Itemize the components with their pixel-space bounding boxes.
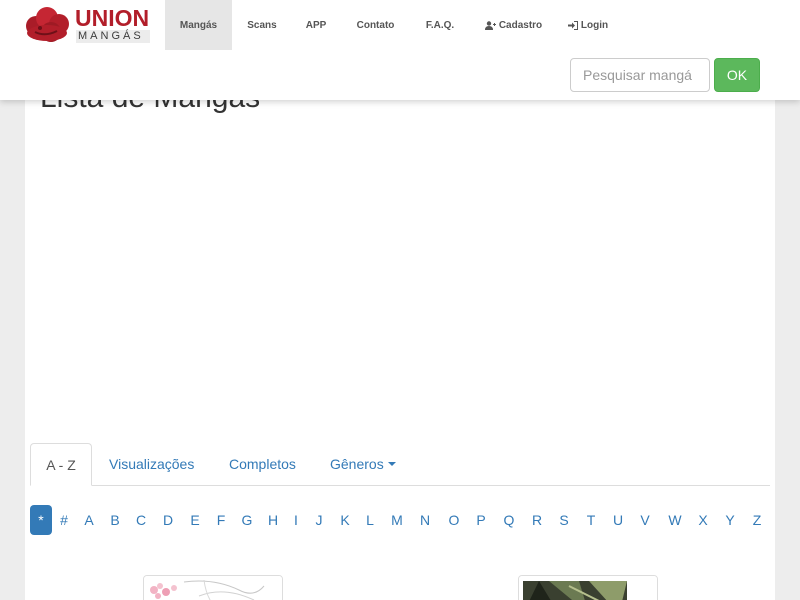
manga-cover-thumbnail[interactable] bbox=[518, 575, 658, 600]
letter-link[interactable]: U bbox=[610, 505, 626, 535]
nav-item-label: Scans bbox=[247, 19, 277, 31]
sign-in-icon bbox=[567, 20, 578, 30]
letter-label: E bbox=[190, 512, 200, 528]
letter-link[interactable]: H bbox=[265, 505, 281, 535]
search-ok-button[interactable]: OK bbox=[714, 58, 760, 92]
manga-cover-image bbox=[144, 576, 282, 600]
letter-label: L bbox=[366, 512, 374, 528]
letter-label: # bbox=[60, 512, 68, 528]
letter-link[interactable]: Y bbox=[722, 505, 738, 535]
letter-link[interactable]: O bbox=[446, 505, 462, 535]
brand-name: UNION bbox=[75, 5, 150, 31]
letter-link[interactable]: X bbox=[695, 505, 711, 535]
letter-link[interactable]: K bbox=[337, 505, 353, 535]
letter-link[interactable]: # bbox=[56, 505, 72, 535]
letter-label: G bbox=[241, 512, 253, 528]
list-tabs: A - Z Visualizações Completos Gêneros bbox=[30, 443, 770, 486]
letter-link[interactable]: R bbox=[529, 505, 545, 535]
letter-label: F bbox=[216, 512, 226, 528]
nav-item-mangas[interactable]: Mangás bbox=[165, 0, 232, 50]
tab-generos-dropdown[interactable]: Gêneros bbox=[330, 443, 396, 485]
letter-link[interactable]: P bbox=[473, 505, 489, 535]
letter-label: Z bbox=[752, 512, 762, 528]
nav-item-label: Login bbox=[580, 19, 609, 31]
letter-label: N bbox=[419, 512, 431, 528]
navbar: UNION MANGÁS Mangás Scans APP Contato F.… bbox=[0, 0, 800, 100]
cloud-logo-icon bbox=[26, 7, 69, 42]
letter-link[interactable]: I bbox=[288, 505, 304, 535]
letter-label: Q bbox=[503, 512, 515, 528]
nav-item-label: Mangás bbox=[179, 19, 218, 31]
letter-label: V bbox=[640, 512, 650, 528]
letter-link[interactable]: D bbox=[160, 505, 176, 535]
letter-label: O bbox=[448, 512, 460, 528]
letter-label: P bbox=[476, 512, 486, 528]
letter-link[interactable]: S bbox=[556, 505, 572, 535]
letter-link[interactable]: N bbox=[417, 505, 433, 535]
nav-item-label: APP bbox=[305, 19, 327, 31]
letter-link[interactable]: F bbox=[213, 505, 229, 535]
letter-link[interactable]: J bbox=[311, 505, 327, 535]
letter-link[interactable]: G bbox=[239, 505, 255, 535]
letter-link[interactable]: L bbox=[362, 505, 378, 535]
letter-link[interactable]: V bbox=[637, 505, 653, 535]
letter-link[interactable]: M bbox=[389, 505, 405, 535]
tab-completos[interactable]: Completos bbox=[229, 443, 296, 485]
letter-label: U bbox=[612, 512, 624, 528]
letter-pagination: * # A B C D E F G H I J K L M N O P Q R … bbox=[30, 505, 770, 535]
letter-link[interactable]: W bbox=[666, 505, 684, 535]
manga-cover-thumbnail[interactable] bbox=[143, 575, 283, 600]
nav-item-label: F.A.Q. bbox=[425, 19, 455, 31]
tab-label: Gêneros bbox=[330, 456, 384, 472]
letter-label: W bbox=[668, 512, 682, 528]
letter-label: Y bbox=[725, 512, 735, 528]
nav-item-app[interactable]: APP bbox=[292, 0, 340, 50]
main-content: Lista de Mangás A - Z Visualizações Comp… bbox=[25, 50, 775, 600]
search-input[interactable] bbox=[570, 58, 710, 92]
tab-label: A - Z bbox=[46, 457, 76, 473]
nav-item-label: Contato bbox=[356, 19, 395, 31]
letter-label: A bbox=[84, 512, 94, 528]
caret-down-icon bbox=[387, 462, 396, 467]
tab-a-z[interactable]: A - Z bbox=[30, 443, 92, 486]
letter-label: H bbox=[267, 512, 279, 528]
letter-label: M bbox=[391, 512, 403, 528]
nav-item-login[interactable]: Login bbox=[558, 0, 618, 50]
tab-label: Visualizações bbox=[109, 456, 195, 472]
nav-item-cadastro[interactable]: Cadastro bbox=[469, 0, 558, 50]
nav-item-label: Cadastro bbox=[498, 19, 543, 31]
manga-cover-image bbox=[519, 576, 657, 600]
brand-logo[interactable]: UNION MANGÁS bbox=[25, 6, 153, 44]
letter-label: T bbox=[586, 512, 596, 528]
nav-item-scans[interactable]: Scans bbox=[232, 0, 292, 50]
user-plus-icon bbox=[484, 20, 496, 30]
letter-link[interactable]: E bbox=[187, 505, 203, 535]
letter-link[interactable]: C bbox=[133, 505, 149, 535]
letter-label: J bbox=[315, 512, 323, 528]
letter-link[interactable]: Q bbox=[501, 505, 517, 535]
letter-link-all[interactable]: * bbox=[30, 505, 52, 535]
letter-link[interactable]: T bbox=[583, 505, 599, 535]
nav-item-contato[interactable]: Contato bbox=[340, 0, 411, 50]
letter-label: X bbox=[698, 512, 708, 528]
tab-visualizacoes[interactable]: Visualizações bbox=[109, 443, 194, 485]
letter-label: * bbox=[38, 512, 44, 528]
letter-label: S bbox=[559, 512, 569, 528]
letter-label: D bbox=[162, 512, 174, 528]
letter-link[interactable]: A bbox=[81, 505, 97, 535]
letter-link[interactable]: B bbox=[107, 505, 123, 535]
tab-label: Completos bbox=[229, 456, 296, 472]
brand-subtitle: MANGÁS bbox=[76, 30, 150, 43]
letter-link[interactable]: Z bbox=[749, 505, 765, 535]
letter-label: C bbox=[135, 512, 147, 528]
nav-item-faq[interactable]: F.A.Q. bbox=[411, 0, 469, 50]
main-nav: Mangás Scans APP Contato F.A.Q. Cadastro bbox=[165, 0, 618, 50]
letter-label: I bbox=[294, 512, 298, 528]
letter-label: R bbox=[531, 512, 543, 528]
letter-label: B bbox=[110, 512, 120, 528]
letter-label: K bbox=[340, 512, 350, 528]
